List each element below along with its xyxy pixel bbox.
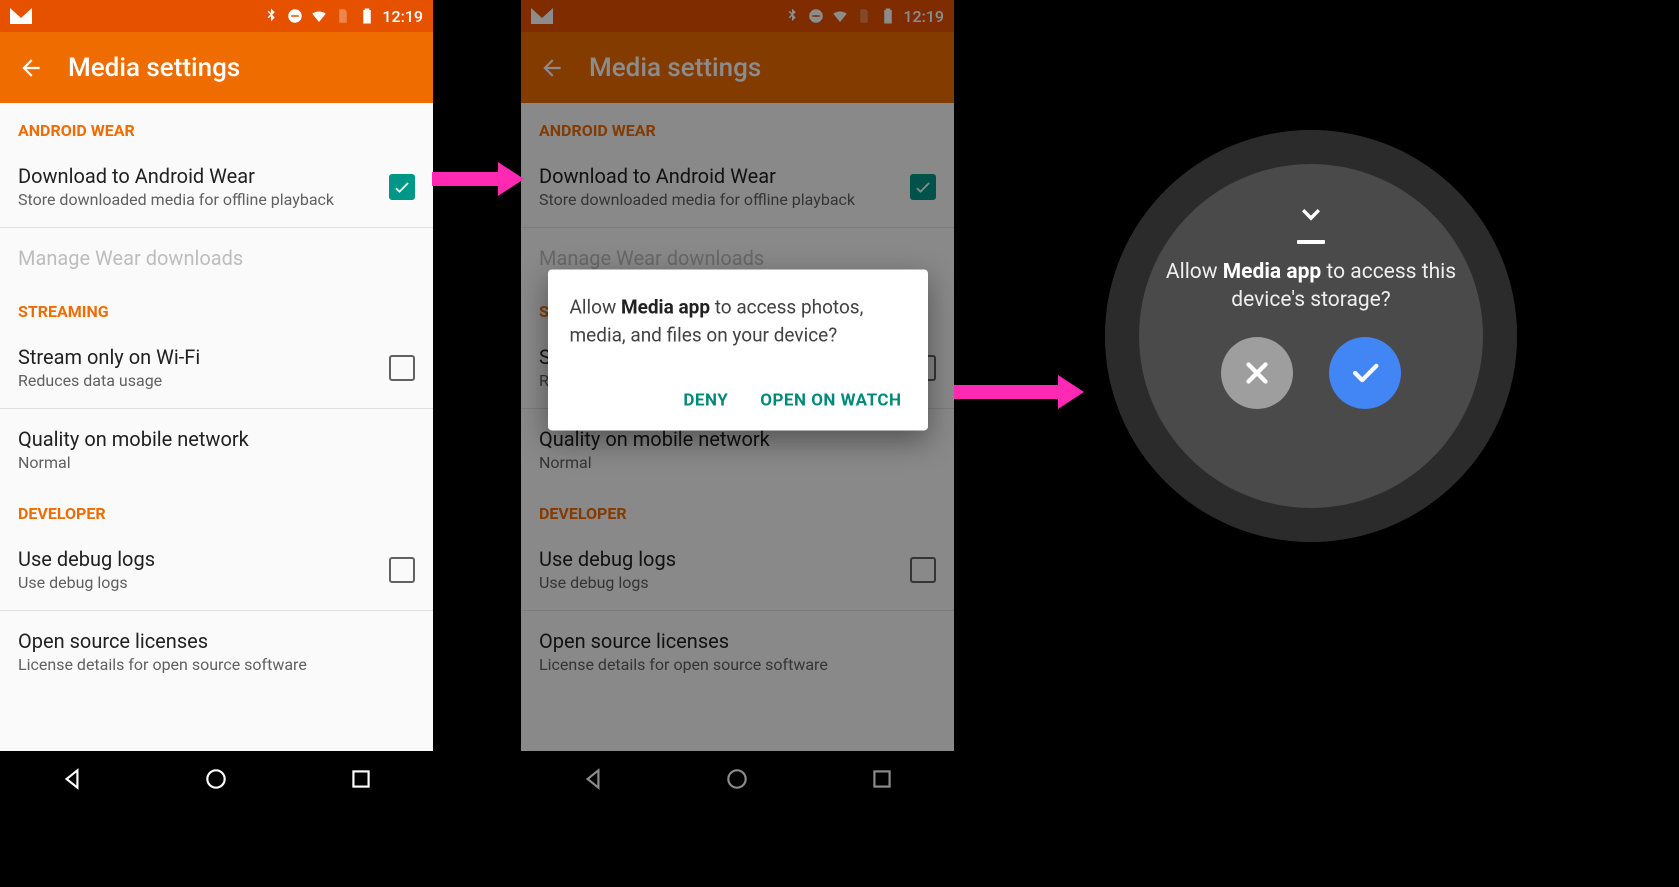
page-title: Media settings (68, 53, 240, 83)
app-bar: Media settings (0, 32, 433, 103)
nav-back-icon[interactable] (59, 766, 85, 792)
row-title: Quality on mobile network (18, 427, 415, 451)
row-title: Open source licenses (18, 629, 415, 653)
row-subtitle: Use debug logs (18, 573, 389, 592)
watch-allow-button[interactable] (1329, 337, 1401, 409)
nav-bar (0, 751, 433, 807)
wifi-icon (310, 7, 328, 25)
permission-dialog: Allow Media app to access photos, media,… (548, 269, 928, 430)
settings-list: ANDROID WEAR Download to Android Wear St… (0, 103, 433, 751)
nav-recents-icon[interactable] (348, 766, 374, 792)
watch-message: Allow Media app to access this device's … (1165, 258, 1457, 315)
status-bar: 12:19 (0, 0, 433, 32)
row-title: Use debug logs (18, 547, 389, 571)
flow-arrow-2 (954, 385, 1062, 399)
row-stream-only-wifi[interactable]: Stream only on Wi-Fi Reduces data usage (0, 331, 433, 404)
flow-arrow-1 (432, 172, 502, 186)
checkbox-debug[interactable] (389, 557, 415, 583)
row-open-source-licenses[interactable]: Open source licenses License details for… (0, 615, 433, 688)
gmail-icon (10, 8, 32, 24)
row-quality-mobile[interactable]: Quality on mobile network Normal (0, 413, 433, 486)
download-icon (1291, 194, 1331, 234)
row-title: Manage Wear downloads (18, 246, 415, 270)
download-icon-underline (1297, 240, 1325, 244)
dnd-icon (286, 7, 304, 25)
bluetooth-icon (262, 7, 280, 25)
watch-screenshot: Allow Media app to access this device's … (1105, 130, 1517, 542)
row-title: Stream only on Wi-Fi (18, 345, 389, 369)
checkbox-download-to-wear[interactable] (389, 174, 415, 200)
row-subtitle: Store downloaded media for offline playb… (18, 190, 389, 209)
divider (0, 610, 433, 611)
section-header-streaming: STREAMING (0, 284, 433, 331)
row-manage-wear-downloads[interactable]: Manage Wear downloads (0, 232, 433, 284)
phone-screenshot-1: 12:19 Media settings ANDROID WEAR Downlo… (0, 0, 433, 807)
dialog-open-on-watch-button[interactable]: OPEN ON WATCH (756, 383, 905, 419)
phone-screenshot-2: 12:19 Media settings ANDROID WEAR Downlo… (521, 0, 954, 807)
clock: 12:19 (382, 7, 423, 26)
battery-icon (358, 7, 376, 25)
row-subtitle: Normal (18, 453, 415, 472)
row-title: Download to Android Wear (18, 164, 389, 188)
check-icon (1348, 356, 1382, 390)
no-sim-icon (334, 7, 352, 25)
row-download-to-wear[interactable]: Download to Android Wear Store downloade… (0, 150, 433, 223)
close-icon (1240, 356, 1274, 390)
watch-deny-button[interactable] (1221, 337, 1293, 409)
row-debug-logs[interactable]: Use debug logs Use debug logs (0, 533, 433, 606)
section-header-wear: ANDROID WEAR (0, 103, 433, 150)
dialog-deny-button[interactable]: DENY (679, 383, 732, 419)
divider (0, 227, 433, 228)
divider (0, 408, 433, 409)
back-icon[interactable] (18, 55, 44, 81)
checkbox-stream-wifi[interactable] (389, 355, 415, 381)
dialog-message: Allow Media app to access photos, media,… (570, 293, 906, 348)
section-header-dev: DEVELOPER (0, 486, 433, 533)
row-subtitle: Reduces data usage (18, 371, 389, 390)
nav-home-icon[interactable] (203, 766, 229, 792)
row-subtitle: License details for open source software (18, 655, 415, 674)
watch-face: Allow Media app to access this device's … (1139, 164, 1483, 508)
